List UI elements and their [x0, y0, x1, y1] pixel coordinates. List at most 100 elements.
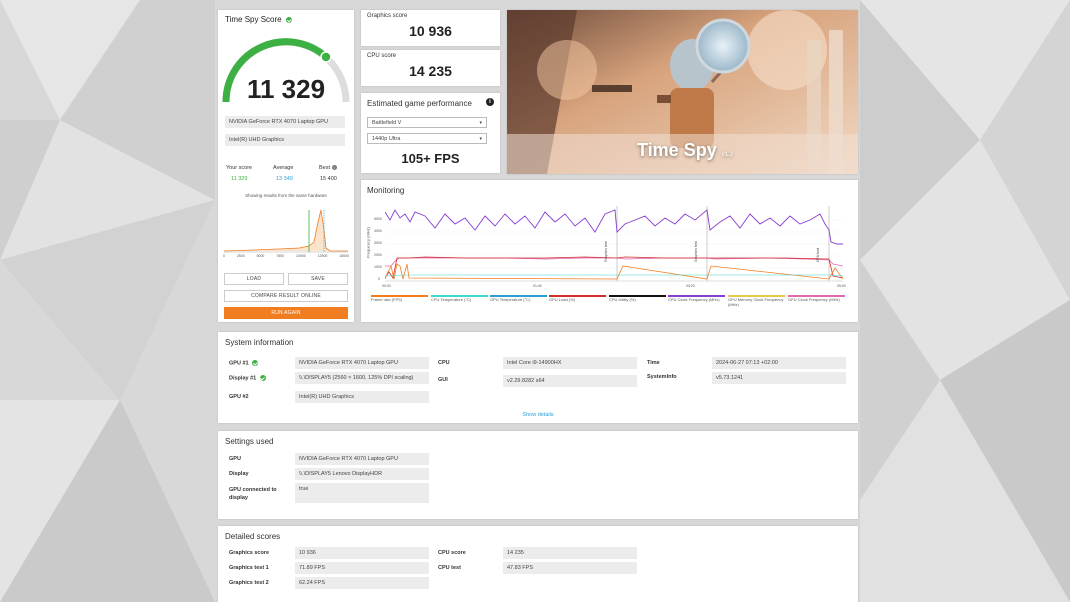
axis-tick: 10000 — [295, 254, 306, 258]
hero-banner: Time Spy v1.2 — [507, 10, 858, 174]
gpu2-value: Intel(R) UHD Graphics — [295, 391, 429, 403]
x-tick: 03:20 — [686, 284, 695, 288]
total-score: 11 329 — [246, 74, 326, 104]
gpu2-label: GPU #2 — [229, 394, 249, 400]
best-label: Best i — [319, 165, 337, 171]
detailed-gs-value: 10 936 — [295, 547, 429, 559]
detailed-cput-value: 47.83 FPS — [503, 562, 637, 574]
score-gpu: NVIDIA GeForce RTX 4070 Laptop GPU — [225, 116, 345, 128]
compare-online-button[interactable]: COMPARE RESULT ONLINE — [224, 290, 348, 302]
axis-tick: 15000 — [339, 254, 349, 258]
estimated-fps: 105+ FPS — [401, 151, 460, 166]
detailed-gt1-value: 71.89 FPS — [295, 562, 429, 574]
time-value: 2024-06-27 07:13 +02:00 — [712, 357, 846, 369]
legend-item[interactable]: GPU Clock Frequency (MHz) — [788, 297, 840, 302]
score-title: Time Spy Score — [225, 15, 292, 24]
legend-item[interactable]: CPU Clock Frequency (MHz) — [668, 297, 720, 302]
verified-check-icon — [259, 375, 266, 381]
x-tick: 01:40 — [533, 284, 542, 288]
resolution-select[interactable]: 1440p Ultra ▾ — [367, 133, 487, 144]
monitoring-y-label: Frequency (MHz) — [365, 227, 371, 258]
gpu1-label: GPU #1 — [229, 360, 259, 366]
detailed-gt1-label: Graphics test 1 — [229, 565, 269, 571]
your-score-label: Your score — [226, 165, 253, 171]
info-icon[interactable]: i — [486, 98, 494, 106]
y-tick: 4000 — [374, 229, 382, 233]
distribution-axis: 0 2500 5000 7500 10000 12500 15000 — [223, 254, 349, 258]
score-igpu: Intel(R) UHD Graphics — [225, 134, 345, 146]
detailed-gt2-value: 62.24 FPS — [295, 577, 429, 589]
legend-item[interactable]: CPU Temperature (°C) — [431, 297, 471, 302]
settings-connected-value: true — [295, 483, 429, 503]
verified-check-icon — [252, 360, 259, 366]
y-tick: 3000 — [374, 241, 382, 245]
dropdown-arrow-icon: ▾ — [479, 120, 482, 126]
detailed-gs-label: Graphics score — [229, 550, 270, 556]
marker-label: Graphics test — [604, 241, 608, 262]
dropdown-arrow-icon: ▾ — [479, 136, 482, 142]
systeminfo-value: v5.73.1241 — [712, 372, 846, 384]
axis-tick: 5000 — [256, 254, 265, 258]
axis-tick: 12500 — [317, 254, 328, 258]
game-performance-panel: Estimated game performance i Battlefield… — [361, 93, 500, 173]
detailed-cput-label: CPU test — [438, 565, 461, 571]
hero-title: Time Spy v1.2 — [637, 140, 734, 160]
marker-label: CPU test — [816, 247, 820, 262]
game-perf-title: Estimated game performance — [367, 99, 472, 108]
run-again-button[interactable]: RUN AGAIN — [224, 307, 348, 319]
your-score-value: 11 329 — [231, 176, 248, 182]
verified-check-icon — [285, 16, 292, 23]
cpu-label: CPU — [438, 360, 450, 366]
legend-item[interactable]: GPU Memory Clock Frequency (MHz) — [728, 297, 786, 307]
score-panel: Time Spy Score 11 329 NVIDIA GeForce RTX… — [218, 10, 354, 322]
display1-label: Display #1 — [229, 375, 266, 381]
gui-label: GUI — [438, 377, 448, 383]
y-tick: 2000 — [374, 253, 382, 257]
average-value: 13 349 — [276, 176, 293, 182]
show-details-link[interactable]: Show details — [218, 412, 858, 418]
axis-tick: 2500 — [236, 254, 245, 258]
hero-version: v1.2 — [721, 152, 734, 158]
legend-item[interactable]: CPU Utility (%) — [609, 297, 636, 302]
y-tick: 1000 — [374, 265, 382, 269]
settings-panel: Settings used GPU NVIDIA GeForce RTX 407… — [218, 431, 858, 519]
graphics-score-panel: Graphics score 10 936 — [361, 10, 500, 46]
game-select[interactable]: Battlefield V ▾ — [367, 117, 487, 128]
best-value: 15 400 — [320, 176, 337, 182]
settings-gpu-label: GPU — [229, 456, 241, 462]
settings-display-value: \\.\DISPLAY5 Lenovo DisplayHDR — [295, 468, 429, 480]
gpu1-value: NVIDIA GeForce RTX 4070 Laptop GPU — [295, 357, 429, 369]
time-label: Time — [647, 360, 660, 366]
detailed-title: Detailed scores — [225, 532, 281, 541]
graphics-score-label: Graphics score — [367, 13, 408, 19]
settings-gpu-value: NVIDIA GeForce RTX 4070 Laptop GPU — [295, 453, 429, 465]
gui-value: v2.29.8282 s64 — [503, 375, 637, 387]
y-tick: 0 — [378, 277, 380, 281]
settings-display-label: Display — [229, 471, 249, 477]
legend-item[interactable]: GPU Temperature (°C) — [490, 297, 530, 302]
cpu-score-panel: CPU score 14 235 — [361, 50, 500, 86]
graphics-score-value: 10 936 — [409, 23, 452, 39]
systeminfo-label: SystemInfo — [647, 374, 677, 380]
cpu-score-label: CPU score — [367, 53, 397, 59]
y-tick: 5000 — [374, 217, 382, 221]
x-tick: 00:00 — [382, 284, 391, 288]
display1-value: \\.\DISPLAY5 (2560 × 1600, 125% DPI scal… — [295, 372, 429, 384]
marker-label: Graphics test — [694, 241, 698, 262]
info-icon[interactable]: i — [331, 165, 337, 171]
axis-tick: 0 — [223, 254, 225, 258]
average-label: Average — [273, 165, 294, 171]
x-tick: 05:00 — [837, 284, 846, 288]
cpu-value: Intel Core i9-14900HX — [503, 357, 637, 369]
detailed-gt2-label: Graphics test 2 — [229, 580, 269, 586]
hardware-note: Showing results from the same hardware — [245, 193, 327, 198]
system-info-panel: System information GPU #1 NVIDIA GeForce… — [218, 332, 858, 423]
save-button[interactable]: SAVE — [288, 273, 348, 285]
monitoring-chart — [385, 206, 843, 282]
settings-connected-label: GPU connected to display — [229, 487, 277, 501]
load-button[interactable]: LOAD — [224, 273, 284, 285]
legend-item[interactable]: Frame rate (FPS) — [371, 297, 402, 302]
detailed-scores-panel: Detailed scores Graphics score 10 936 Gr… — [218, 526, 858, 602]
score-distribution-chart — [224, 209, 348, 253]
legend-item[interactable]: GPU Load (%) — [549, 297, 575, 302]
